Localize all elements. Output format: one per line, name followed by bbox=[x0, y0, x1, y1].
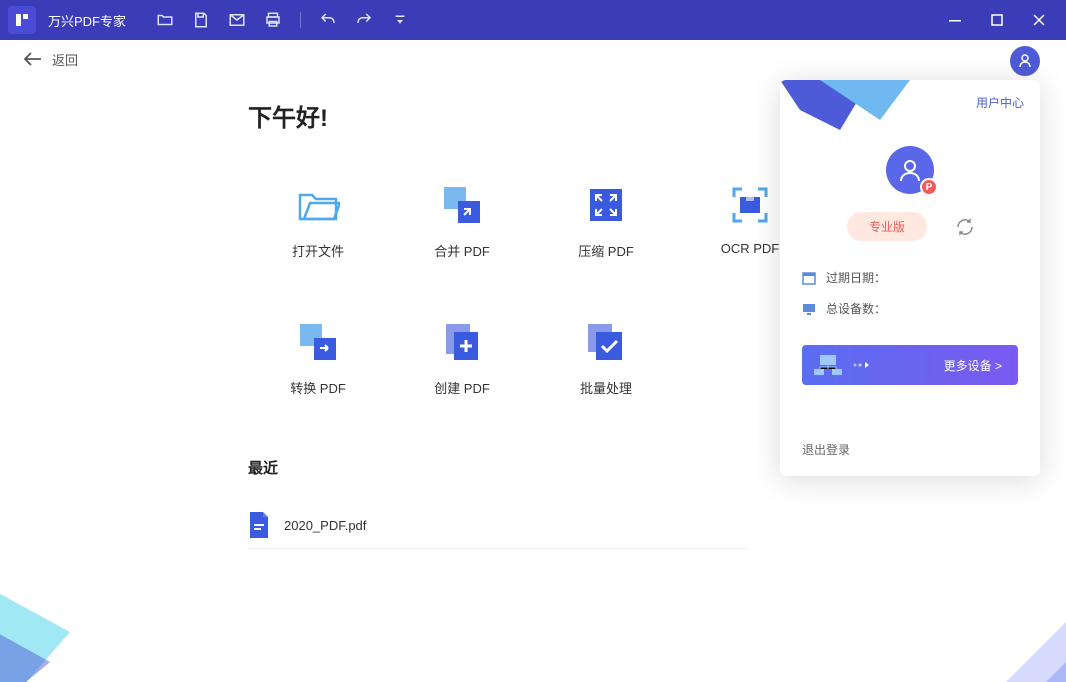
devices-label: 总设备数： bbox=[826, 300, 886, 317]
undo-icon[interactable] bbox=[319, 11, 337, 29]
monitor-icon bbox=[802, 302, 816, 316]
batch-icon bbox=[584, 320, 628, 364]
user-center-link[interactable]: 用户中心 bbox=[976, 94, 1024, 111]
window-controls bbox=[948, 13, 1058, 27]
tile-label: 创建 PDF bbox=[434, 378, 490, 397]
minimize-icon[interactable] bbox=[948, 13, 962, 27]
back-arrow-icon bbox=[24, 52, 42, 66]
back-button[interactable]: 返回 bbox=[24, 50, 78, 69]
mail-icon[interactable] bbox=[228, 11, 246, 29]
app-logo-icon bbox=[8, 6, 36, 34]
batch-tile[interactable]: 批量处理 bbox=[536, 320, 676, 397]
tile-label: OCR PDF bbox=[721, 241, 780, 256]
close-icon[interactable] bbox=[1032, 13, 1046, 27]
toolbar: 返回 bbox=[0, 40, 1066, 78]
open-file-tile[interactable]: 打开文件 bbox=[248, 183, 388, 260]
user-icon bbox=[1017, 53, 1033, 69]
maximize-icon[interactable] bbox=[990, 13, 1004, 27]
redo-icon[interactable] bbox=[355, 11, 373, 29]
compress-pdf-tile[interactable]: 压缩 PDF bbox=[536, 183, 676, 260]
app-title: 万兴PDF专家 bbox=[48, 11, 126, 30]
pdf-file-icon bbox=[248, 512, 270, 538]
refresh-icon[interactable] bbox=[957, 219, 973, 235]
compress-pdf-icon bbox=[584, 183, 628, 227]
more-devices-button[interactable]: 更多设备 > bbox=[802, 345, 1018, 385]
panel-header: 用户中心 bbox=[780, 80, 1040, 138]
more-devices-label: 更多设备 > bbox=[944, 357, 1002, 374]
tile-label: 转换 PDF bbox=[290, 378, 346, 397]
network-devices-icon bbox=[812, 353, 844, 377]
open-file-icon bbox=[296, 183, 340, 227]
merge-pdf-tile[interactable]: 合并 PDF bbox=[392, 183, 532, 260]
create-pdf-icon bbox=[440, 320, 484, 364]
convert-pdf-icon bbox=[296, 320, 340, 364]
devices-row: 总设备数： bbox=[802, 300, 1018, 317]
calendar-icon bbox=[802, 271, 816, 285]
separator bbox=[300, 12, 301, 28]
convert-pdf-tile[interactable]: 转换 PDF bbox=[248, 320, 388, 397]
plan-badge: 专业版 bbox=[847, 212, 927, 241]
tile-label: 合并 PDF bbox=[434, 241, 490, 260]
recent-file-name: 2020_PDF.pdf bbox=[284, 518, 366, 533]
back-label: 返回 bbox=[52, 50, 78, 69]
print-icon[interactable] bbox=[264, 11, 282, 29]
user-avatar-icon[interactable]: P bbox=[886, 146, 934, 194]
expiry-row: 过期日期： bbox=[802, 269, 1018, 286]
corner-decoration-bl-icon bbox=[0, 532, 120, 682]
create-pdf-tile[interactable]: 创建 PDF bbox=[392, 320, 532, 397]
ocr-pdf-icon bbox=[728, 183, 772, 227]
recent-file-item[interactable]: 2020_PDF.pdf bbox=[248, 502, 748, 549]
expiry-label: 过期日期： bbox=[826, 269, 886, 286]
logout-link[interactable]: 退出登录 bbox=[802, 441, 850, 458]
user-panel: 用户中心 P 专业版 过期日期： 总设备数： bbox=[780, 80, 1040, 476]
plan-row: 专业版 bbox=[780, 212, 1040, 241]
profile-button[interactable] bbox=[1010, 46, 1040, 76]
titlebar: 万兴PDF专家 bbox=[0, 0, 1066, 40]
devices-button-icon-group bbox=[812, 353, 872, 377]
merge-pdf-icon bbox=[440, 183, 484, 227]
titlebar-tools bbox=[156, 11, 409, 29]
dots-arrow-icon bbox=[852, 360, 872, 370]
tile-label: 批量处理 bbox=[580, 378, 632, 397]
pro-badge: P bbox=[920, 178, 938, 196]
avatar-container: P bbox=[780, 146, 1040, 194]
info-block: 过期日期： 总设备数： bbox=[780, 269, 1040, 317]
tile-label: 打开文件 bbox=[292, 241, 344, 260]
menu-dropdown-icon[interactable] bbox=[391, 11, 409, 29]
folder-icon[interactable] bbox=[156, 11, 174, 29]
save-icon[interactable] bbox=[192, 11, 210, 29]
app-window: 万兴PDF专家 返回 下午好! bbox=[0, 0, 1066, 682]
tile-label: 压缩 PDF bbox=[578, 241, 634, 260]
